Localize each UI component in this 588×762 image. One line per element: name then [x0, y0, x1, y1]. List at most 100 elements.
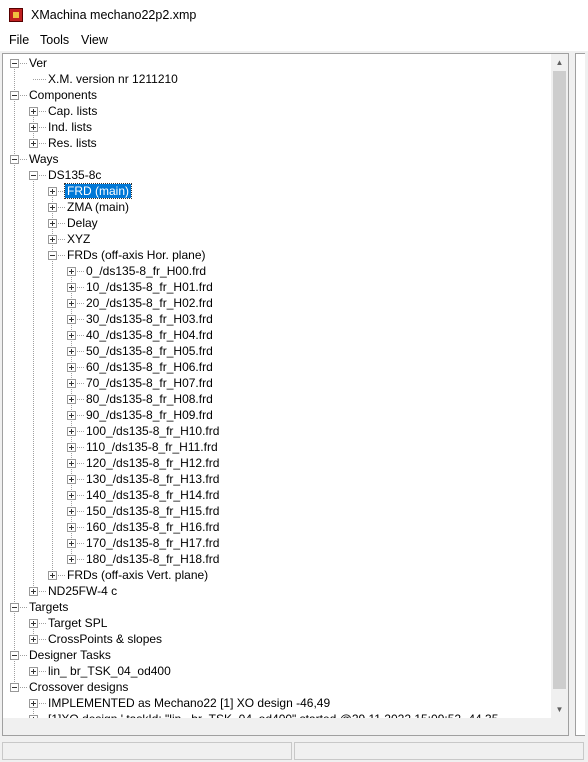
tree-node-frd-file[interactable]: 0_/ds135-8_fr_H00.frd	[86, 263, 206, 279]
tree-node-frd-file[interactable]: 50_/ds135-8_fr_H05.frd	[86, 343, 213, 359]
tree-node-frd-file[interactable]: 30_/ds135-8_fr_H03.frd	[86, 311, 213, 327]
expand-icon[interactable]	[67, 299, 76, 308]
expand-icon[interactable]	[67, 267, 76, 276]
tree-node-frds-vert[interactable]: FRDs (off-axis Vert. plane)	[67, 567, 208, 583]
collapse-icon[interactable]	[10, 603, 19, 612]
tree-node-cap-lists[interactable]: Cap. lists	[48, 103, 97, 119]
expand-icon[interactable]	[67, 491, 76, 500]
expand-icon[interactable]	[67, 395, 76, 404]
tree-node-frd-file[interactable]: 60_/ds135-8_fr_H06.frd	[86, 359, 213, 375]
collapse-icon[interactable]	[10, 91, 19, 100]
expand-icon[interactable]	[48, 219, 57, 228]
expand-icon[interactable]	[67, 363, 76, 372]
tree-node-frd-file[interactable]: 80_/ds135-8_fr_H08.frd	[86, 391, 213, 407]
tree-node-label: 120_/ds135-8_fr_H12.frd	[86, 456, 220, 470]
tree-node-xo-design[interactable]: [1]XO design ' taskId: "lin_ br_TSK_04_o…	[48, 711, 498, 718]
tree-node-frd-file[interactable]: 20_/ds135-8_fr_H02.frd	[86, 295, 213, 311]
scroll-down-arrow-icon[interactable]: ▼	[551, 701, 568, 718]
collapse-icon[interactable]	[48, 251, 57, 260]
expand-icon[interactable]	[67, 411, 76, 420]
tree-node-frd-file[interactable]: 90_/ds135-8_fr_H09.frd	[86, 407, 213, 423]
tree-node-frd-file[interactable]: 100_/ds135-8_fr_H10.frd	[86, 423, 219, 439]
expand-icon[interactable]	[67, 315, 76, 324]
tree-node-version[interactable]: X.M. version nr 1211210	[48, 71, 178, 87]
expand-icon[interactable]	[67, 539, 76, 548]
collapse-icon[interactable]	[10, 651, 19, 660]
expand-icon[interactable]	[29, 619, 38, 628]
expand-icon[interactable]	[48, 235, 57, 244]
app-icon	[9, 8, 23, 22]
expand-icon[interactable]	[48, 571, 57, 580]
tree-node-ver[interactable]: Ver	[29, 55, 47, 71]
tree-node-frd-file[interactable]: 70_/ds135-8_fr_H07.frd	[86, 375, 213, 391]
collapse-icon[interactable]	[10, 155, 19, 164]
tree-connector-line	[14, 607, 15, 655]
tree-node-nd25fw-4c[interactable]: ND25FW-4 c	[48, 583, 117, 599]
tree-node-frd-file[interactable]: 130_/ds135-8_fr_H13.frd	[86, 471, 219, 487]
tree-node-components[interactable]: Components	[29, 87, 97, 103]
expand-icon[interactable]	[29, 699, 38, 708]
collapse-icon[interactable]	[10, 683, 19, 692]
tree-node-implemented-design[interactable]: IMPLEMENTED as Mechano22 [1] XO design -…	[48, 695, 330, 711]
tree-node-crossover-designs[interactable]: Crossover designs	[29, 679, 128, 695]
tree-node-task[interactable]: lin_ br_TSK_04_od400	[48, 663, 171, 679]
scroll-up-arrow-icon[interactable]: ▲	[551, 54, 568, 71]
tree-node-label: 150_/ds135-8_fr_H15.frd	[86, 504, 220, 518]
vertical-scroll-thumb[interactable]	[553, 71, 566, 689]
expand-icon[interactable]	[67, 283, 76, 292]
menu-view[interactable]: View	[79, 33, 110, 47]
tree-node-frd-file[interactable]: 180_/ds135-8_fr_H18.frd	[86, 551, 219, 567]
tree-node-frd-file[interactable]: 120_/ds135-8_fr_H12.frd	[86, 455, 219, 471]
tree-node-frd-file[interactable]: 140_/ds135-8_fr_H14.frd	[86, 487, 219, 503]
tree-node-crosspoints[interactable]: CrossPoints & slopes	[48, 631, 162, 647]
tree-node-designer-tasks[interactable]: Designer Tasks	[29, 647, 111, 663]
tree-node-delay[interactable]: Delay	[67, 215, 98, 231]
tree-node-ways[interactable]: Ways	[29, 151, 59, 167]
tree-node-frd-file[interactable]: 170_/ds135-8_fr_H17.frd	[86, 535, 219, 551]
tree-node-ds135-8c[interactable]: DS135-8c	[48, 167, 101, 183]
tree-connector-line	[52, 255, 53, 575]
expand-icon[interactable]	[67, 507, 76, 516]
vertical-scrollbar[interactable]: ▲ ▼	[551, 54, 568, 718]
expand-icon[interactable]	[67, 427, 76, 436]
collapse-icon[interactable]	[10, 59, 19, 68]
tree-node-target-spl[interactable]: Target SPL	[48, 615, 107, 631]
menu-file[interactable]: File	[7, 33, 31, 47]
expand-icon[interactable]	[29, 667, 38, 676]
expand-icon[interactable]	[48, 187, 57, 196]
expand-icon[interactable]	[29, 587, 38, 596]
tree-node-xyz[interactable]: XYZ	[67, 231, 90, 247]
tree-node-res-lists[interactable]: Res. lists	[48, 135, 97, 151]
tree-view[interactable]: Ver X.M. version nr 1211210 Components Cap.…	[3, 54, 551, 718]
expand-icon[interactable]	[29, 139, 38, 148]
expand-icon[interactable]	[67, 555, 76, 564]
expand-icon[interactable]	[67, 331, 76, 340]
expand-icon[interactable]	[67, 459, 76, 468]
tree-node-frd-file[interactable]: 160_/ds135-8_fr_H16.frd	[86, 519, 219, 535]
tree-node-frd-file[interactable]: 150_/ds135-8_fr_H15.frd	[86, 503, 219, 519]
tree-node-label: 20_/ds135-8_fr_H02.frd	[86, 296, 213, 310]
tree-node-targets[interactable]: Targets	[29, 599, 68, 615]
horizontal-scrollbar[interactable]	[3, 718, 551, 735]
tree-node-frds-hor[interactable]: FRDs (off-axis Hor. plane)	[67, 247, 206, 263]
tree-node-frd-main[interactable]: FRD (main)	[64, 183, 132, 199]
menu-tools[interactable]: Tools	[38, 33, 71, 47]
tree-node-frd-file[interactable]: 110_/ds135-8_fr_H11.frd	[86, 439, 218, 455]
expand-icon[interactable]	[67, 523, 76, 532]
expand-icon[interactable]	[67, 443, 76, 452]
collapse-icon[interactable]	[29, 171, 38, 180]
expand-icon[interactable]	[29, 635, 38, 644]
tree-node-frd-file[interactable]: 40_/ds135-8_fr_H04.frd	[86, 327, 213, 343]
tree-node-zma-main[interactable]: ZMA (main)	[67, 199, 129, 215]
tree-connector-line	[33, 79, 47, 80]
expand-icon[interactable]	[48, 203, 57, 212]
tree-node-label: Target SPL	[48, 616, 108, 630]
tree-node-ind-lists[interactable]: Ind. lists	[48, 119, 92, 135]
expand-icon[interactable]	[67, 379, 76, 388]
tree-node-frd-file[interactable]: 10_/ds135-8_fr_H01.frd	[86, 279, 213, 295]
expand-icon[interactable]	[67, 347, 76, 356]
expand-icon[interactable]	[29, 123, 38, 132]
expand-icon[interactable]	[29, 107, 38, 116]
expand-icon[interactable]	[67, 475, 76, 484]
status-bar	[0, 740, 588, 762]
